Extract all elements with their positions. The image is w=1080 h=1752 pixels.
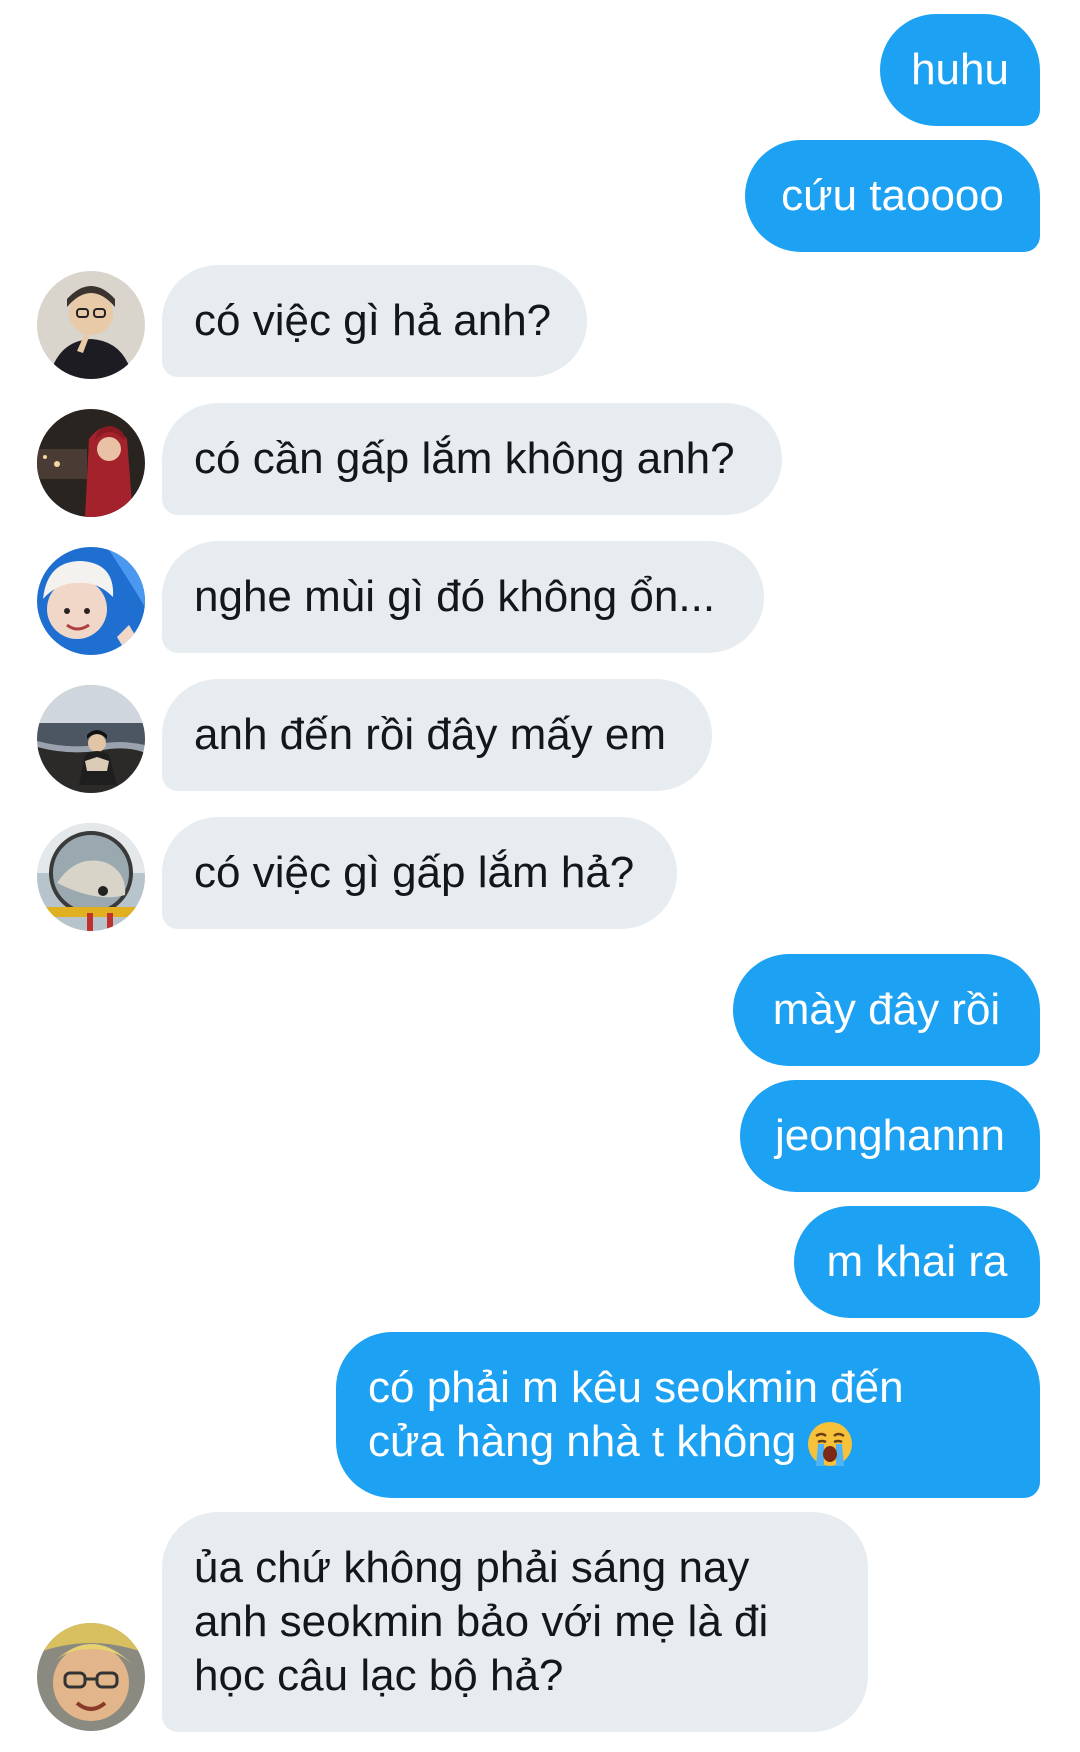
outgoing-message[interactable]: mày đây rồi: [733, 954, 1040, 1066]
person-photo-icon: [37, 271, 145, 379]
avatar[interactable]: [37, 823, 145, 931]
incoming-message[interactable]: có cần gấp lắm không anh?: [162, 403, 782, 515]
message-text: có cần gấp lắm không anh?: [194, 434, 735, 483]
message-text: m khai ra: [826, 1237, 1008, 1286]
message-text: có việc gì gấp lắm hả?: [194, 848, 635, 897]
incoming-message[interactable]: ủa chứ không phải sáng nay anh seokmin b…: [162, 1512, 868, 1732]
message-text: cứu taoooo: [781, 171, 1004, 220]
conversation-thread: huhu cứu taoooo có việc gì hả anh? có cầ…: [0, 0, 1080, 1752]
incoming-message[interactable]: có việc gì gấp lắm hả?: [162, 817, 677, 929]
person-photo-icon: [37, 823, 145, 931]
avatar[interactable]: [37, 547, 145, 655]
incoming-message[interactable]: anh đến rồi đây mấy em: [162, 679, 712, 791]
message-text: huhu: [911, 45, 1009, 94]
message-text: mày đây rồi: [772, 985, 1001, 1034]
person-photo-icon: [37, 1623, 145, 1731]
outgoing-message[interactable]: có phải m kêu seokmin đến cửa hàng nhà t…: [336, 1332, 1040, 1498]
person-photo-icon: [37, 685, 145, 793]
avatar[interactable]: [37, 1623, 145, 1731]
outgoing-message[interactable]: huhu: [880, 14, 1040, 126]
loudly-crying-face-icon: [808, 1422, 853, 1467]
incoming-message[interactable]: có việc gì hả anh?: [162, 265, 587, 377]
message-text: nghe mùi gì đó không ổn...: [194, 572, 716, 621]
message-text: ủa chứ không phải sáng nay anh seokmin b…: [194, 1543, 769, 1700]
avatar[interactable]: [37, 271, 145, 379]
message-text: anh đến rồi đây mấy em: [194, 710, 667, 759]
outgoing-message[interactable]: m khai ra: [794, 1206, 1040, 1318]
outgoing-message[interactable]: jeonghannn: [740, 1080, 1040, 1192]
message-text: có việc gì hả anh?: [194, 296, 552, 345]
person-photo-icon: [37, 547, 145, 655]
message-text: có phải m kêu seokmin đến cửa hàng nhà t…: [368, 1361, 930, 1469]
message-text: jeonghannn: [774, 1111, 1005, 1160]
outgoing-message[interactable]: cứu taoooo: [745, 140, 1040, 252]
incoming-message[interactable]: nghe mùi gì đó không ổn...: [162, 541, 764, 653]
person-photo-icon: [37, 409, 145, 517]
avatar[interactable]: [37, 409, 145, 517]
avatar[interactable]: [37, 685, 145, 793]
